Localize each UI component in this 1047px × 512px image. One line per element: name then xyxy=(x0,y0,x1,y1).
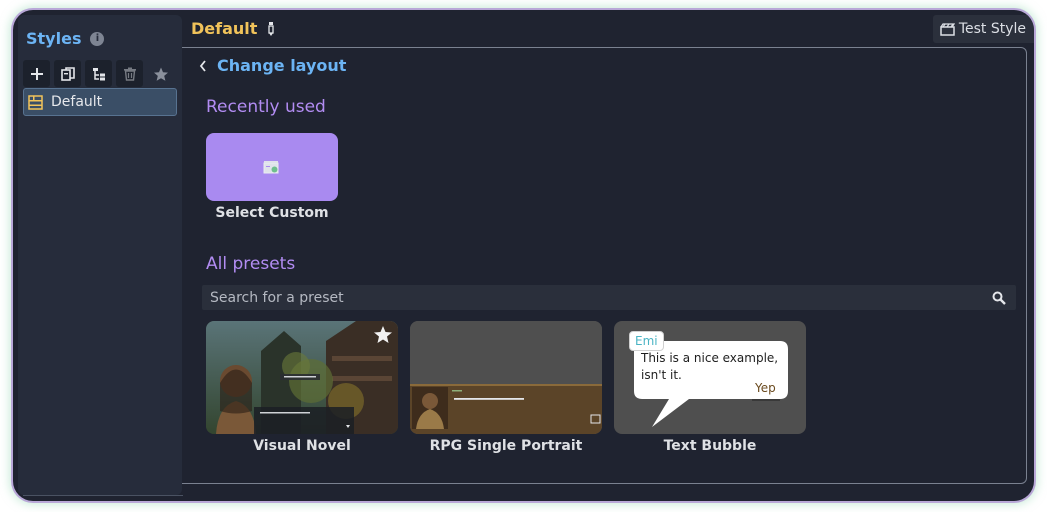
trash-icon xyxy=(123,67,136,81)
visual-novel-preview-image xyxy=(206,321,398,434)
preset-card-visual-novel[interactable] xyxy=(206,321,398,434)
set-default-button[interactable] xyxy=(147,60,174,87)
preset-card-text-bubble[interactable]: Emi This is a nice example, isn't it. Ye… xyxy=(614,321,806,434)
select-custom-label: Select Custom xyxy=(215,205,329,221)
recently-used-title: Recently used xyxy=(206,97,326,117)
divider xyxy=(23,495,183,496)
style-editor-window: Styles i Default Default Test Style Chan… xyxy=(13,10,1034,501)
search-input[interactable] xyxy=(208,288,988,307)
change-layout-back[interactable]: Change layout xyxy=(199,56,346,75)
preset-label-rpg-single-portrait: RPG Single Portrait xyxy=(429,438,583,454)
preset-card-rpg-single-portrait[interactable] xyxy=(410,321,602,434)
add-style-button[interactable] xyxy=(23,60,50,87)
style-name-row: Default xyxy=(191,19,275,38)
bubble-name: Emi xyxy=(635,334,658,348)
preset-label-text-bubble: Text Bubble xyxy=(663,438,757,454)
chevron-left-icon xyxy=(199,59,206,72)
search-icon[interactable] xyxy=(988,291,1010,305)
preset-search xyxy=(202,285,1016,310)
style-list-item[interactable]: Default xyxy=(23,88,177,116)
star-icon xyxy=(153,67,168,81)
style-name: Default xyxy=(191,19,258,38)
styles-sidebar: Styles i Default xyxy=(18,15,183,496)
inherit-style-button[interactable] xyxy=(85,60,112,87)
test-style-label: Test Style xyxy=(958,21,1026,37)
change-layout-title: Change layout xyxy=(217,56,347,75)
styles-header: Styles i xyxy=(26,29,105,48)
test-style-button[interactable]: Test Style xyxy=(932,15,1034,43)
duplicate-style-button[interactable] xyxy=(54,60,81,87)
sidebar-title: Styles xyxy=(26,29,82,48)
pencil-icon[interactable] xyxy=(267,21,275,37)
all-presets-title: All presets xyxy=(206,254,296,274)
bubble-text: This is a nice example, isn't it. xyxy=(641,351,779,382)
styles-toolbar xyxy=(23,60,174,87)
bubble-name-tag: Emi xyxy=(629,331,664,351)
select-custom-card[interactable] xyxy=(206,133,338,201)
plus-icon xyxy=(30,67,43,80)
scene-icon xyxy=(263,161,279,174)
delete-style-button[interactable] xyxy=(116,60,143,87)
preset-label-visual-novel: Visual Novel xyxy=(253,438,351,454)
layout-icon xyxy=(28,94,43,110)
info-icon[interactable]: i xyxy=(90,31,105,46)
rpg-preview-image xyxy=(410,321,602,434)
copy-icon xyxy=(60,66,75,81)
style-item-label: Default xyxy=(51,94,103,110)
tree-icon xyxy=(92,67,105,80)
clapperboard-icon xyxy=(940,23,955,36)
bubble-choice: Yep xyxy=(755,381,776,395)
